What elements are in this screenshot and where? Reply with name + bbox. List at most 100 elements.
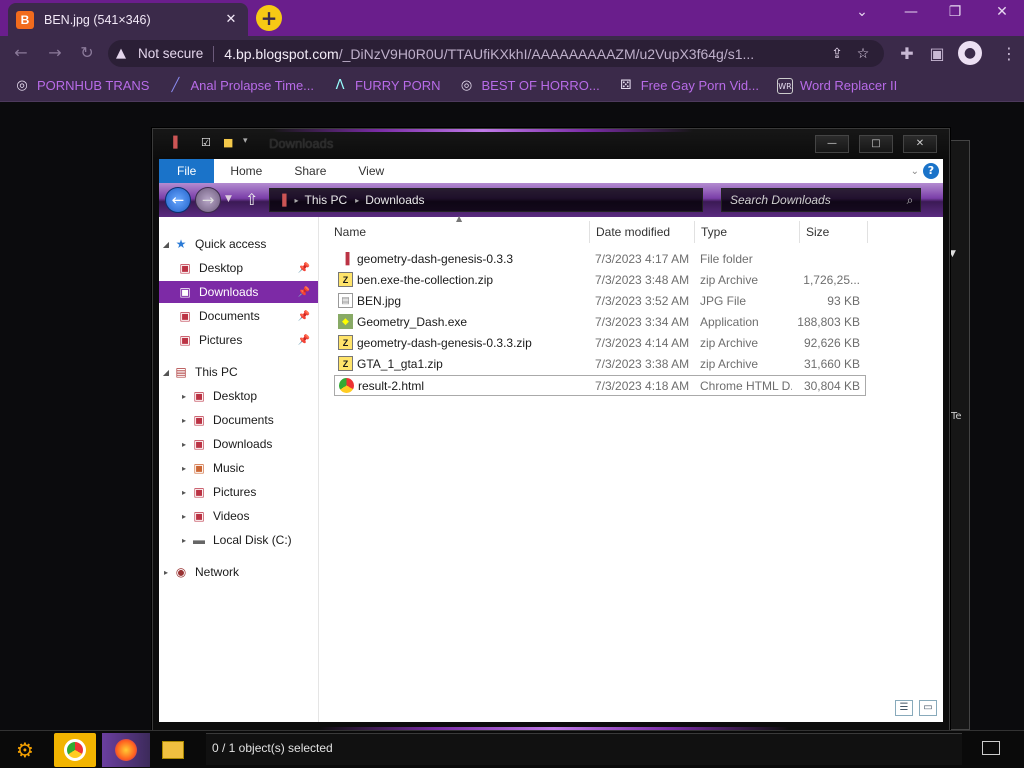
bookmark-item[interactable]: WR Word Replacer II [776, 77, 897, 94]
maximize-button[interactable]: □ [859, 135, 893, 153]
collapse-icon[interactable]: ◢ [159, 368, 173, 377]
breadcrumb-arrow-icon[interactable]: ▸ [294, 196, 298, 205]
taskbar-firefox[interactable] [102, 733, 150, 767]
expand-icon[interactable]: ▸ [159, 568, 173, 577]
expand-icon[interactable]: ▸ [177, 488, 191, 497]
expand-icon[interactable]: ▸ [177, 392, 191, 401]
nav-quick-pictures[interactable]: ▣ Pictures 📌 [159, 329, 318, 351]
pin-icon[interactable]: 📌 [298, 263, 310, 274]
new-folder-icon[interactable]: ■ [223, 136, 233, 152]
back-icon[interactable]: ← [10, 42, 32, 64]
tab-share[interactable]: Share [278, 159, 342, 183]
help-icon[interactable]: ? [923, 163, 939, 179]
collapse-icon[interactable]: ◢ [159, 240, 173, 249]
bookmark-label: PORNHUB TRANS [37, 78, 150, 93]
breadcrumb-downloads[interactable]: Downloads [365, 193, 424, 207]
breadcrumb-this-pc[interactable]: This PC [304, 193, 347, 207]
new-tab-button[interactable]: + [256, 5, 282, 31]
file-row[interactable]: ◆ Geometry_Dash.exe 7/3/2023 3:34 AM App… [334, 312, 866, 333]
nav-pc-downloads[interactable]: ▸ ▣ Downloads [159, 433, 318, 455]
tab-home[interactable]: Home [214, 159, 278, 183]
close-window-icon[interactable]: ✕ [988, 4, 1016, 20]
up-folder-icon[interactable]: ⇧ [245, 190, 258, 209]
side-panel-icon[interactable]: ▣ [926, 44, 948, 63]
file-row[interactable]: Z ben.exe-the-collection.zip 7/3/2023 3:… [334, 270, 866, 291]
security-label[interactable]: Not secure [138, 46, 203, 61]
close-tab-icon[interactable]: ✕ [222, 12, 240, 27]
file-row[interactable]: Z geometry-dash-genesis-0.3.3.zip 7/3/20… [334, 333, 866, 354]
warning-icon[interactable]: ▲ [116, 46, 134, 61]
restore-icon[interactable]: ❐ [941, 4, 969, 20]
details-view-icon[interactable]: ☰ [895, 700, 913, 716]
forward-button-icon[interactable]: → [195, 187, 221, 213]
start-icon[interactable]: ⚙ [8, 733, 42, 767]
search-icon[interactable]: ⌕ [900, 193, 920, 208]
breadcrumb-arrow-icon[interactable]: ▸ [355, 196, 359, 205]
pin-icon[interactable]: 📌 [298, 287, 310, 298]
expand-icon[interactable]: ▸ [177, 512, 191, 521]
scroll-arrow-icon[interactable]: ▼ [949, 249, 956, 259]
column-header-date[interactable]: Date modified [590, 221, 695, 243]
nav-quick-downloads[interactable]: ▣ Downloads 📌 [159, 281, 318, 303]
url-text[interactable]: 4.bp.blogspot.com/_DiNzV9H0R0U/TTAUfiKXk… [224, 46, 824, 62]
nav-quick-documents[interactable]: ▣ Documents 📌 [159, 305, 318, 327]
path-breadcrumb[interactable]: ▐ ▸ This PC ▸ Downloads [269, 188, 703, 212]
profile-avatar-icon[interactable]: ● [958, 41, 982, 65]
taskbar-chrome[interactable] [54, 733, 96, 767]
minimize-button[interactable]: — [815, 135, 849, 153]
extensions-icon[interactable]: ✚ [896, 44, 918, 63]
expand-icon[interactable]: ▸ [177, 464, 191, 473]
explorer-titlebar[interactable]: ▐ ☑ ■ ▾ Downloads — □ ✕ [153, 129, 949, 159]
tab-view[interactable]: View [342, 159, 400, 183]
file-row[interactable]: Z GTA_1_gta1.zip 7/3/2023 3:38 AM zip Ar… [334, 354, 866, 375]
tab-file[interactable]: File [159, 159, 215, 183]
nav-this-pc[interactable]: ◢ ▤ This PC [159, 361, 318, 383]
qat-dropdown-icon[interactable]: ▾ [243, 136, 248, 152]
share-icon[interactable]: ⇪ [824, 46, 850, 62]
blogger-favicon-icon: B [16, 10, 34, 29]
notification-icon[interactable] [982, 741, 1000, 755]
tab-search-icon[interactable]: ⌄ [848, 4, 876, 20]
reload-icon[interactable]: ↻ [76, 42, 98, 64]
minimize-icon[interactable]: — [897, 4, 925, 20]
pin-icon[interactable]: 📌 [298, 311, 310, 322]
column-header-type[interactable]: Type [695, 221, 800, 243]
properties-icon[interactable]: ☑ [201, 136, 211, 152]
pin-icon[interactable]: 📌 [298, 335, 310, 346]
recent-locations-icon[interactable]: ▼ [225, 194, 232, 204]
bookmark-item[interactable]: ◎ PORNHUB TRANS [14, 78, 149, 94]
menu-icon[interactable]: ⋮ [998, 44, 1020, 63]
search-downloads-input[interactable]: Search Downloads ⌕ [721, 188, 921, 212]
nav-quick-desktop[interactable]: ▣ Desktop 📌 [159, 257, 318, 279]
nav-pc-pictures[interactable]: ▸ ▣ Pictures [159, 481, 318, 503]
file-row[interactable]: ▤ BEN.jpg 7/3/2023 3:52 AM JPG File 93 K… [334, 291, 866, 312]
forward-icon[interactable]: → [44, 42, 66, 64]
column-header-name[interactable]: Name [328, 221, 590, 243]
taskbar-explorer[interactable] [156, 733, 190, 767]
ribbon-expand-icon[interactable]: ⌄ [911, 166, 919, 177]
close-button[interactable]: ✕ [903, 135, 937, 153]
expand-icon[interactable]: ▸ [177, 440, 191, 449]
nav-network[interactable]: ▸ ◉ Network [159, 561, 318, 583]
nav-quick-access[interactable]: ◢ ★ Quick access [159, 233, 318, 255]
bookmark-item[interactable]: ╱ Anal Prolapse Time... [167, 78, 314, 94]
browser-tab[interactable]: B BEN.jpg (541×346) ✕ [8, 3, 248, 36]
app-icon: ◆ [338, 314, 353, 329]
bookmark-item[interactable]: ⚄ Free Gay Porn Vid... [618, 78, 759, 94]
nav-pc-documents[interactable]: ▸ ▣ Documents [159, 409, 318, 431]
nav-pc-videos[interactable]: ▸ ▣ Videos [159, 505, 318, 527]
back-button-icon[interactable]: ← [165, 187, 191, 213]
nav-pc-desktop[interactable]: ▸ ▣ Desktop [159, 385, 318, 407]
nav-pc-music[interactable]: ▸ ▣ Music [159, 457, 318, 479]
expand-icon[interactable]: ▸ [177, 416, 191, 425]
bookmark-star-icon[interactable]: ☆ [850, 46, 876, 62]
bookmark-item[interactable]: ◎ BEST OF HORRO... [459, 78, 600, 94]
large-icons-view-icon[interactable]: ▭ [919, 700, 937, 716]
address-bar[interactable]: ▲ Not secure 4.bp.blogspot.com/_DiNzV9H0… [108, 40, 884, 67]
column-header-size[interactable]: Size [800, 221, 868, 243]
file-row-selected[interactable]: result-2.html 7/3/2023 4:18 AM Chrome HT… [334, 375, 866, 396]
bookmark-item[interactable]: Λ FURRY PORN [332, 78, 441, 94]
nav-pc-local-disk[interactable]: ▸ ▬ Local Disk (C:) [159, 529, 318, 551]
file-row[interactable]: ▐ geometry-dash-genesis-0.3.3 7/3/2023 4… [334, 249, 866, 270]
expand-icon[interactable]: ▸ [177, 536, 191, 545]
